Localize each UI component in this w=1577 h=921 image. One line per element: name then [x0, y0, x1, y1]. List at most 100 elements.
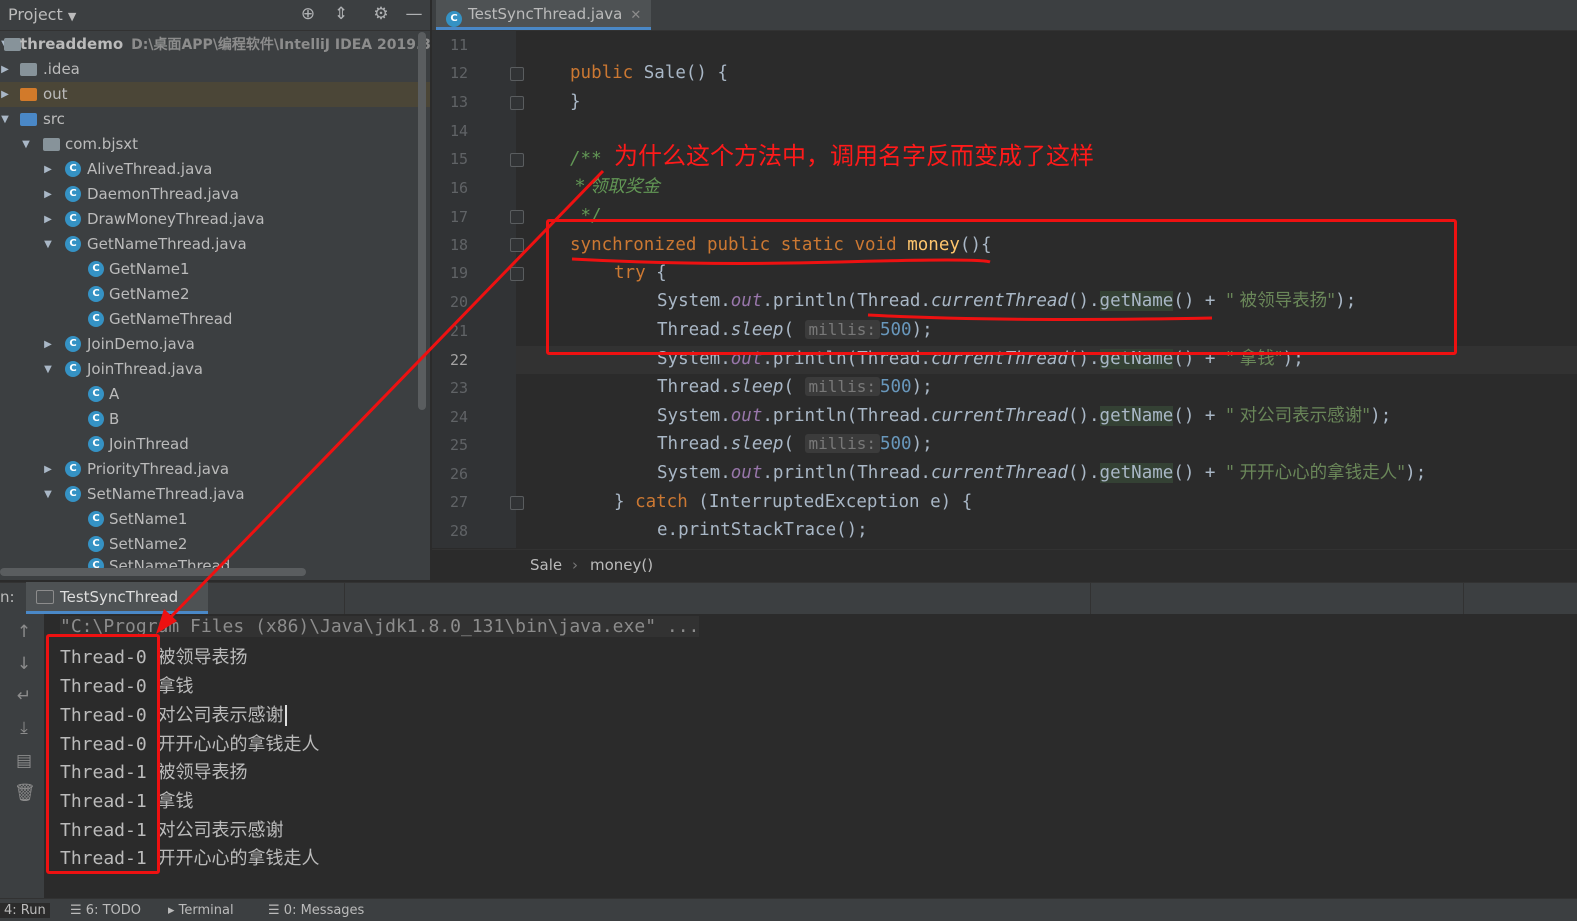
soft-wrap-icon[interactable]: ↵: [14, 686, 34, 706]
annotation-text: 为什么这个方法中，调用名字反而变成了这样: [614, 142, 1094, 170]
expand-arrow-icon: ▼: [1, 114, 9, 125]
scroll-to-end-icon[interactable]: ⤓: [14, 718, 34, 738]
java-class-icon: C: [446, 11, 462, 27]
tool-window-messages[interactable]: ☰ 0: Messages: [268, 903, 364, 918]
java-class-icon: C: [88, 261, 104, 277]
tree-item-file[interactable]: ▼ C JoinThread.java: [0, 357, 430, 382]
fold-marker-icon[interactable]: [510, 153, 524, 167]
line-number: 16: [449, 179, 468, 197]
fold-marker-icon[interactable]: [510, 267, 524, 281]
tree-scrollbar-vertical[interactable]: [418, 32, 426, 410]
folder-icon: [20, 88, 37, 101]
expand-arrow-icon: ▶: [1, 89, 9, 100]
tree-item-file[interactable]: ▶ C PriorityThread.java: [0, 457, 430, 482]
expand-arrow-icon: ▶: [44, 339, 52, 350]
tool-window-run[interactable]: 4: Run: [0, 903, 50, 918]
tree-item-class[interactable]: C SetName1: [0, 507, 430, 532]
tree-item-out[interactable]: ▶ out: [0, 82, 430, 107]
code-line-23: Thread.sleep( millis: 500);: [657, 377, 933, 397]
breadcrumb-method[interactable]: money(): [590, 556, 653, 574]
fold-marker-icon[interactable]: [510, 67, 524, 81]
gear-icon[interactable]: ⚙: [371, 4, 391, 24]
java-class-icon: C: [65, 161, 81, 177]
module-folder-icon: [4, 38, 21, 51]
chevron-down-icon: ▼: [67, 10, 77, 23]
trash-icon[interactable]: 🗑: [14, 783, 36, 803]
tree-item-file[interactable]: ▶ C DrawMoneyThread.java: [0, 207, 430, 232]
expand-arrow-icon: ▼: [44, 364, 52, 375]
tree-item-idea[interactable]: ▶ .idea: [0, 57, 430, 82]
expand-arrow-icon: ▶: [44, 164, 52, 175]
fold-marker-icon[interactable]: [510, 238, 524, 252]
expand-arrow-icon: ▶: [44, 214, 52, 225]
tree-item-class[interactable]: C JoinThread: [0, 432, 430, 457]
fold-marker-icon[interactable]: [510, 96, 524, 110]
expand-arrow-icon: ▼: [44, 239, 52, 250]
fold-marker-icon[interactable]: [510, 210, 524, 224]
code-line-16: * 领取奖金: [570, 177, 660, 197]
annotation-output-box: [46, 634, 160, 874]
project-view-dropdown[interactable]: Project ▼: [8, 5, 76, 24]
line-number: 26: [449, 465, 468, 483]
line-number: 24: [449, 408, 468, 426]
tree-item-class[interactable]: C A: [0, 382, 430, 407]
tree-item-class[interactable]: C GetNameThread: [0, 307, 430, 332]
tree-item-class[interactable]: C GetName2: [0, 282, 430, 307]
tool-window-bar: [0, 898, 1577, 921]
java-class-icon: C: [88, 286, 104, 302]
tree-item-file[interactable]: ▶ C AliveThread.java: [0, 157, 430, 182]
java-class-icon: C: [88, 311, 104, 327]
parameter-hint: millis:: [804, 377, 880, 396]
tree-item-file[interactable]: ▼ C SetNameThread.java: [0, 482, 430, 507]
code-line-13: }: [570, 92, 581, 112]
breadcrumb-class[interactable]: Sale: [530, 556, 562, 574]
line-number: 17: [449, 208, 468, 226]
line-number: 15: [449, 150, 468, 168]
messages-icon: ☰: [268, 903, 280, 918]
line-number: 11: [449, 36, 468, 54]
annotation-code-box: [546, 219, 1457, 355]
close-tab-icon[interactable]: ✕: [630, 8, 641, 23]
tree-item-class[interactable]: C B: [0, 407, 430, 432]
editor-tab-testsyncthread[interactable]: C TestSyncThread.java ✕: [436, 0, 652, 30]
tool-window-todo[interactable]: ☰ 6: TODO: [70, 903, 141, 918]
collapse-all-icon[interactable]: ⇕: [331, 4, 351, 24]
code-line-27: } catch (InterruptedException e) {: [614, 492, 973, 512]
line-number: 22: [449, 351, 468, 369]
arrow-up-icon[interactable]: ↑: [14, 622, 34, 642]
print-icon[interactable]: ▤: [14, 751, 34, 771]
java-class-icon: C: [88, 436, 104, 452]
parameter-hint: millis:: [804, 434, 880, 453]
text-cursor: [284, 705, 287, 726]
arrow-down-icon[interactable]: ↓: [14, 654, 34, 674]
java-class-icon: C: [65, 211, 81, 227]
terminal-icon: ▸: [168, 903, 175, 918]
code-line-12: public Sale() {: [570, 63, 729, 83]
code-line-24: System.out.println(Thread.currentThread(…: [657, 406, 1392, 426]
expand-arrow-icon: ▼: [22, 139, 30, 150]
code-line-26: System.out.println(Thread.currentThread(…: [657, 463, 1427, 483]
line-number: 19: [449, 264, 468, 282]
tree-item-threaddemo[interactable]: ▼ threaddemoD:\桌面APP\编程软件\IntelliJ IDEA …: [0, 32, 451, 57]
hide-panel-icon[interactable]: —: [404, 4, 424, 24]
tree-item-class[interactable]: C GetName1: [0, 257, 430, 282]
fold-marker-icon[interactable]: [510, 496, 524, 510]
line-number: 20: [449, 293, 468, 311]
expand-arrow-icon: ▼: [44, 489, 52, 500]
line-number: 21: [449, 322, 468, 340]
tree-item-src[interactable]: ▼ src: [0, 107, 430, 132]
locate-icon[interactable]: ⊕: [298, 4, 318, 24]
tree-item-file[interactable]: ▶ C DaemonThread.java: [0, 182, 430, 207]
tree-item-file[interactable]: ▼ C GetNameThread.java: [0, 232, 430, 257]
code-line-15: /**: [570, 149, 602, 169]
tree-scrollbar-horizontal[interactable]: [0, 568, 306, 576]
java-class-icon: C: [65, 361, 81, 377]
tree-item-file[interactable]: ▶ C JoinDemo.java: [0, 332, 430, 357]
tree-item-package[interactable]: ▼ com.bjsxt: [0, 132, 430, 157]
line-number: 27: [449, 493, 468, 511]
line-number: 25: [449, 436, 468, 454]
tool-window-terminal[interactable]: ▸ Terminal: [168, 903, 234, 918]
java-class-icon: C: [65, 186, 81, 202]
divider: [344, 582, 345, 614]
run-config-icon: [36, 590, 54, 604]
